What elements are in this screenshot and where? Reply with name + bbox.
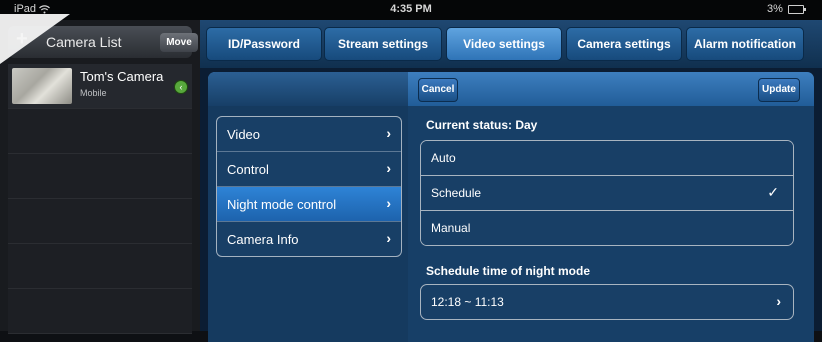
tab-camera-settings[interactable]: Camera settings bbox=[566, 27, 682, 61]
settings-panel: ID/Password Stream settings Video settin… bbox=[200, 20, 822, 342]
settings-tab-bar: ID/Password Stream settings Video settin… bbox=[200, 20, 822, 68]
option-label: Schedule bbox=[431, 186, 482, 200]
status-time: 4:35 PM bbox=[390, 3, 432, 15]
video-settings-content: Cancel Update Video › Control › Night mo… bbox=[208, 72, 814, 342]
camera-row[interactable]: Tom's Camera Mobile ‹ bbox=[8, 64, 192, 109]
empty-camera-row bbox=[8, 109, 192, 154]
tab-stream-settings[interactable]: Stream settings bbox=[324, 27, 442, 61]
chevron-right-icon: › bbox=[386, 195, 391, 211]
menu-item-control[interactable]: Control › bbox=[217, 152, 401, 187]
option-label: Auto bbox=[431, 151, 456, 165]
camera-status-icon[interactable]: ‹ bbox=[174, 80, 188, 94]
schedule-time-row[interactable]: 12:18 ~ 11:13 › bbox=[420, 284, 794, 320]
camera-list-panel: + Camera List Move Tom's Camera Mobile ‹ bbox=[0, 20, 200, 334]
option-label: Manual bbox=[431, 221, 471, 235]
chevron-right-icon: › bbox=[386, 160, 391, 176]
empty-camera-row bbox=[8, 244, 192, 289]
corner-glare bbox=[0, 14, 70, 64]
tab-id-password[interactable]: ID/Password bbox=[206, 27, 322, 61]
move-button[interactable]: Move bbox=[160, 33, 198, 52]
schedule-heading: Schedule time of night mode bbox=[426, 264, 591, 278]
menu-item-label: Night mode control bbox=[227, 197, 337, 212]
menu-item-camera-info[interactable]: Camera Info › bbox=[217, 222, 401, 256]
menu-item-video[interactable]: Video › bbox=[217, 117, 401, 152]
battery-icon bbox=[788, 4, 806, 14]
update-button[interactable]: Update bbox=[758, 78, 800, 102]
tab-alarm-notification[interactable]: Alarm notification bbox=[686, 27, 804, 61]
action-bar: Cancel Update bbox=[208, 72, 814, 106]
chevron-right-icon: › bbox=[776, 293, 781, 309]
status-bar: iPad 4:35 PM 3% bbox=[0, 0, 822, 20]
current-status-label: Current status: Day bbox=[426, 118, 538, 132]
night-mode-options: Auto Schedule ✓ Manual bbox=[420, 140, 794, 246]
battery-percent: 3% bbox=[767, 3, 783, 15]
menu-item-label: Control bbox=[227, 162, 269, 177]
option-auto[interactable]: Auto bbox=[421, 141, 793, 176]
camera-name: Tom's Camera bbox=[80, 69, 164, 84]
empty-camera-row bbox=[8, 199, 192, 244]
empty-camera-row bbox=[8, 154, 192, 199]
camera-subtitle: Mobile bbox=[80, 88, 107, 98]
menu-item-label: Video bbox=[227, 127, 261, 142]
option-manual[interactable]: Manual bbox=[421, 211, 793, 245]
chevron-right-icon: › bbox=[386, 125, 391, 141]
schedule-time-value: 12:18 ~ 11:13 bbox=[431, 295, 504, 309]
option-schedule[interactable]: Schedule ✓ bbox=[421, 176, 793, 211]
night-mode-detail: Current status: Day Auto Schedule ✓ Manu… bbox=[408, 106, 814, 342]
action-bar-left bbox=[208, 72, 408, 106]
status-right: 3% bbox=[767, 3, 806, 15]
menu-item-label: Camera Info bbox=[227, 232, 299, 247]
menu-item-night-mode-control[interactable]: Night mode control › bbox=[217, 187, 401, 222]
camera-thumbnail bbox=[12, 68, 72, 104]
tab-video-settings[interactable]: Video settings bbox=[446, 27, 562, 61]
settings-menu-panel: Video › Control › Night mode control › C… bbox=[208, 106, 408, 342]
settings-menu: Video › Control › Night mode control › C… bbox=[216, 116, 402, 257]
chevron-right-icon: › bbox=[386, 230, 391, 246]
empty-camera-row bbox=[8, 289, 192, 334]
cancel-button[interactable]: Cancel bbox=[418, 78, 458, 102]
checkmark-icon: ✓ bbox=[767, 184, 779, 200]
